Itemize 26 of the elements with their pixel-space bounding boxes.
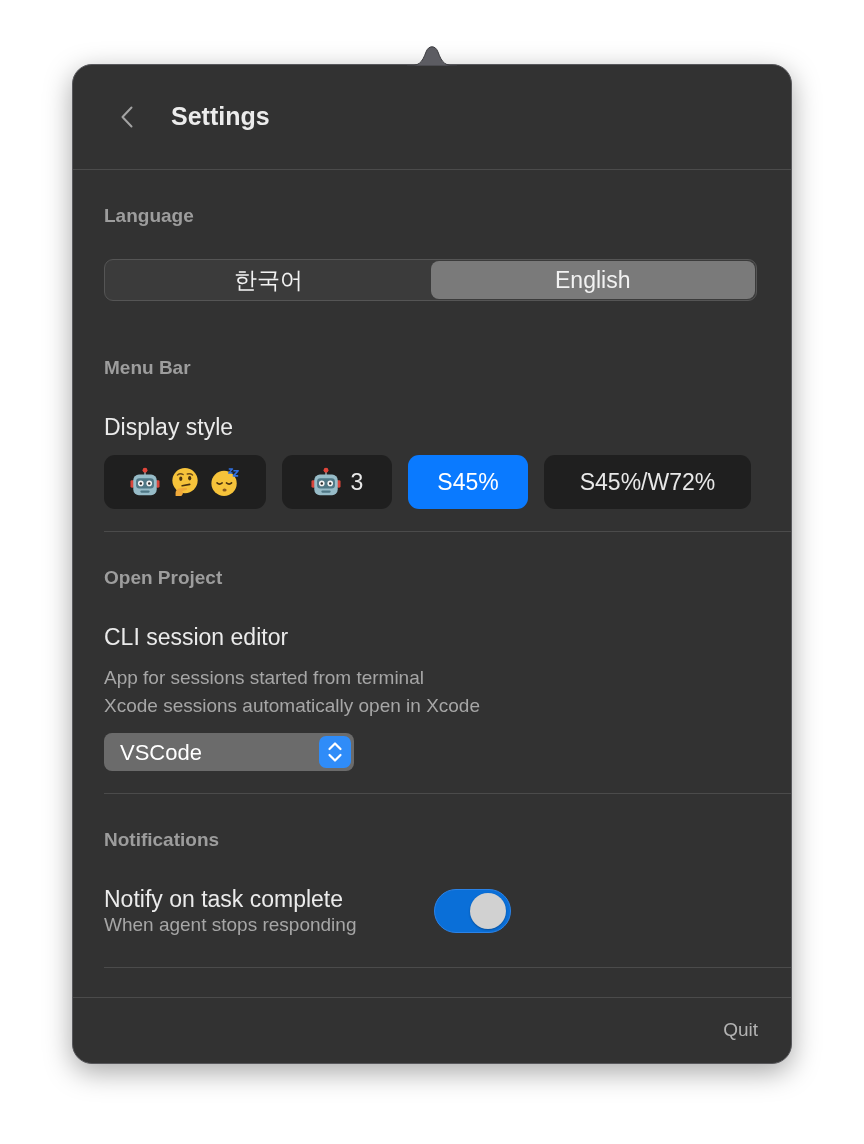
editor-dropdown[interactable]: VSCode — [104, 733, 354, 771]
setting-description: Xcode sessions automatically open in Xcode — [104, 694, 480, 718]
setting-label: CLI session editor — [104, 623, 289, 651]
chevron-left-icon — [121, 106, 133, 128]
language-segment[interactable]: 한국어 — [106, 261, 431, 299]
section-heading: Language — [104, 204, 194, 228]
section-heading: Notifications — [104, 828, 220, 852]
setting-label: Notify on task complete — [104, 885, 344, 913]
section-heading: Menu Bar — [104, 356, 191, 380]
robot-emoji-icon — [130, 467, 160, 497]
display-style-option[interactable] — [104, 455, 266, 509]
page-title: Settings — [171, 101, 270, 133]
setting-label: Display style — [104, 413, 234, 441]
display-style-option[interactable]: S45%/W72% — [544, 455, 751, 509]
language-segment[interactable]: English — [430, 261, 755, 299]
thinking-face-emoji-icon — [170, 467, 200, 497]
quit-button[interactable]: Quit — [723, 1016, 758, 1045]
sleeping-face-emoji-icon — [210, 467, 240, 497]
notify-toggle[interactable] — [434, 889, 511, 933]
robot-emoji-icon — [310, 467, 341, 497]
setting-description: When agent stops responding — [104, 913, 357, 937]
section-heading: Open Project — [104, 566, 223, 590]
display-style-option[interactable]: S45% — [408, 455, 528, 509]
setting-description: App for sessions started from terminal — [104, 666, 424, 690]
display-style-option[interactable]: 3 — [282, 455, 392, 509]
stepper-arrows-icon — [319, 736, 351, 768]
